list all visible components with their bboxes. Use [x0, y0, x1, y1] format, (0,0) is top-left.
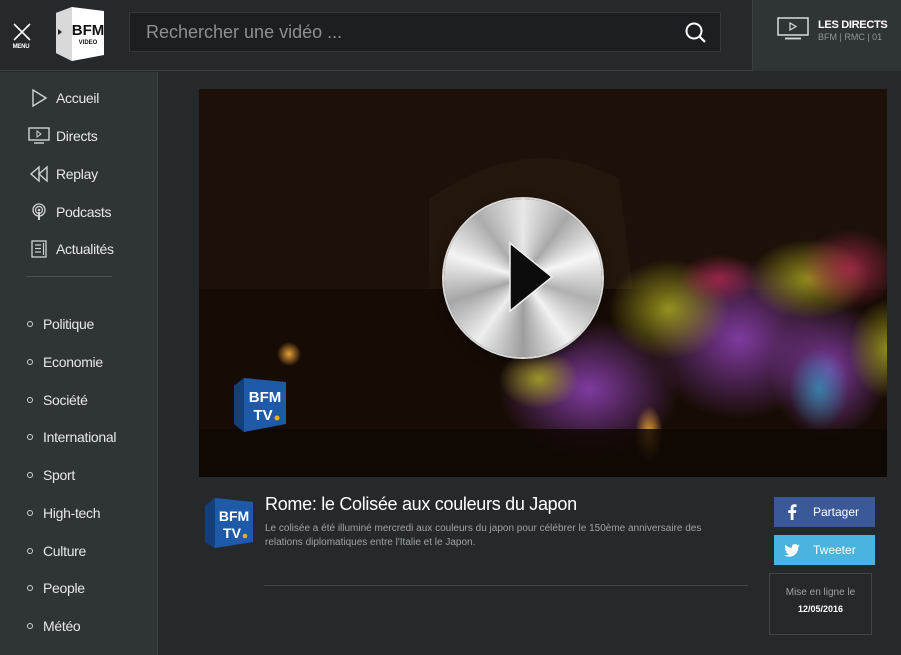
rewind-icon [28, 165, 50, 183]
bullet-icon [27, 321, 33, 327]
category-label: Economie [43, 354, 103, 370]
sidebar-item-label: Podcasts [56, 204, 112, 220]
sidebar-category-meteo[interactable]: Météo [27, 616, 81, 636]
twitter-icon [774, 543, 810, 557]
bullet-icon [27, 585, 33, 591]
search-icon [685, 22, 706, 43]
sidebar-category-economie[interactable]: Economie [27, 352, 103, 372]
sidebar-category-people[interactable]: People [27, 578, 85, 598]
category-label: Sport [43, 467, 75, 483]
bullet-icon [27, 472, 33, 478]
sidebar-item-label: Accueil [56, 90, 100, 106]
sidebar-category-politique[interactable]: Politique [27, 314, 94, 334]
svg-text:BFM: BFM [249, 389, 282, 406]
sidebar-category-societe[interactable]: Société [27, 390, 88, 410]
twitter-share-label: Tweeter [813, 543, 856, 557]
play-icon [509, 241, 554, 313]
category-label: Société [43, 392, 88, 408]
search-button[interactable] [684, 21, 708, 45]
play-outline-icon [28, 89, 50, 107]
live-title: LES DIRECTS [818, 19, 888, 31]
menu-label: MENU [12, 44, 30, 50]
video-title: Rome: le Colisée aux couleurs du Japon [265, 494, 577, 514]
bfmtv-watermark-logo: BFM TV [234, 378, 286, 432]
sidebar-item-directs[interactable]: Directs [28, 125, 98, 147]
sidebar-item-label: Actualités [56, 241, 114, 257]
twitter-share-button[interactable]: Tweeter [774, 535, 875, 565]
category-label: People [43, 580, 85, 596]
publication-label: Mise en ligne le [785, 587, 856, 598]
facebook-share-label: Partager [813, 505, 860, 519]
category-label: Politique [43, 316, 95, 332]
channel-logo[interactable]: BFM TV [203, 496, 255, 550]
sidebar-category-culture[interactable]: Culture [27, 541, 86, 561]
menu-button[interactable]: MENU [0, 0, 44, 70]
tv-icon [28, 127, 50, 145]
sidebar-item-podcasts[interactable]: Podcasts [28, 201, 111, 223]
sidebar-item-accueil[interactable]: Accueil [28, 87, 99, 109]
category-label: Culture [43, 543, 87, 559]
live-channels-button[interactable]: LES DIRECTS BFM | RMC | 01 [752, 0, 901, 71]
bullet-icon [27, 548, 33, 554]
facebook-icon [774, 504, 810, 520]
sidebar-item-actualites[interactable]: Actualités [28, 238, 114, 260]
bullet-icon [27, 510, 33, 516]
video-description: Le colisée a été illuminé mercredi aux c… [265, 523, 702, 548]
search-input[interactable] [130, 13, 670, 51]
bullet-icon [27, 623, 33, 629]
sidebar-item-replay[interactable]: Replay [28, 163, 98, 185]
news-icon [28, 240, 50, 258]
sidebar-item-label: Directs [56, 128, 98, 144]
svg-text:TV: TV [253, 407, 272, 424]
search-bar [129, 12, 721, 52]
live-subtitle: BFM | RMC | 01 [818, 32, 883, 42]
sidebar-divider [26, 276, 112, 277]
sidebar-item-label: Replay [56, 166, 98, 182]
sidebar-category-sport[interactable]: Sport [27, 465, 75, 485]
top-bar: MENU BFM VIDEO LES DIRECTS BFM | RMC | 0… [0, 0, 901, 71]
sidebar-category-international[interactable]: International [27, 427, 116, 447]
category-label: Météo [43, 618, 81, 634]
bullet-icon [27, 397, 33, 403]
bullet-icon [27, 434, 33, 440]
facebook-share-button[interactable]: Partager [774, 497, 875, 527]
bullet-icon [27, 359, 33, 365]
tv-icon [777, 17, 809, 40]
category-label: High-tech [43, 505, 101, 521]
bfm-video-logo[interactable]: BFM VIDEO [52, 5, 106, 61]
svg-text:VIDEO: VIDEO [79, 40, 98, 46]
svg-text:BFM: BFM [219, 508, 249, 524]
sidebar-category-high-tech[interactable]: High-tech [27, 503, 101, 523]
publication-date: 12/05/2016 [797, 604, 844, 614]
play-button[interactable] [444, 199, 602, 357]
content-divider [264, 585, 748, 586]
podcast-icon [28, 203, 50, 221]
svg-text:BFM: BFM [72, 22, 105, 39]
close-icon [13, 23, 31, 41]
category-label: International [43, 429, 117, 445]
sidebar: Accueil Directs Replay Podcasts Actualit… [0, 72, 158, 655]
publication-date-box: Mise en ligne le 12/05/2016 [769, 573, 872, 635]
svg-text:TV: TV [223, 525, 242, 541]
